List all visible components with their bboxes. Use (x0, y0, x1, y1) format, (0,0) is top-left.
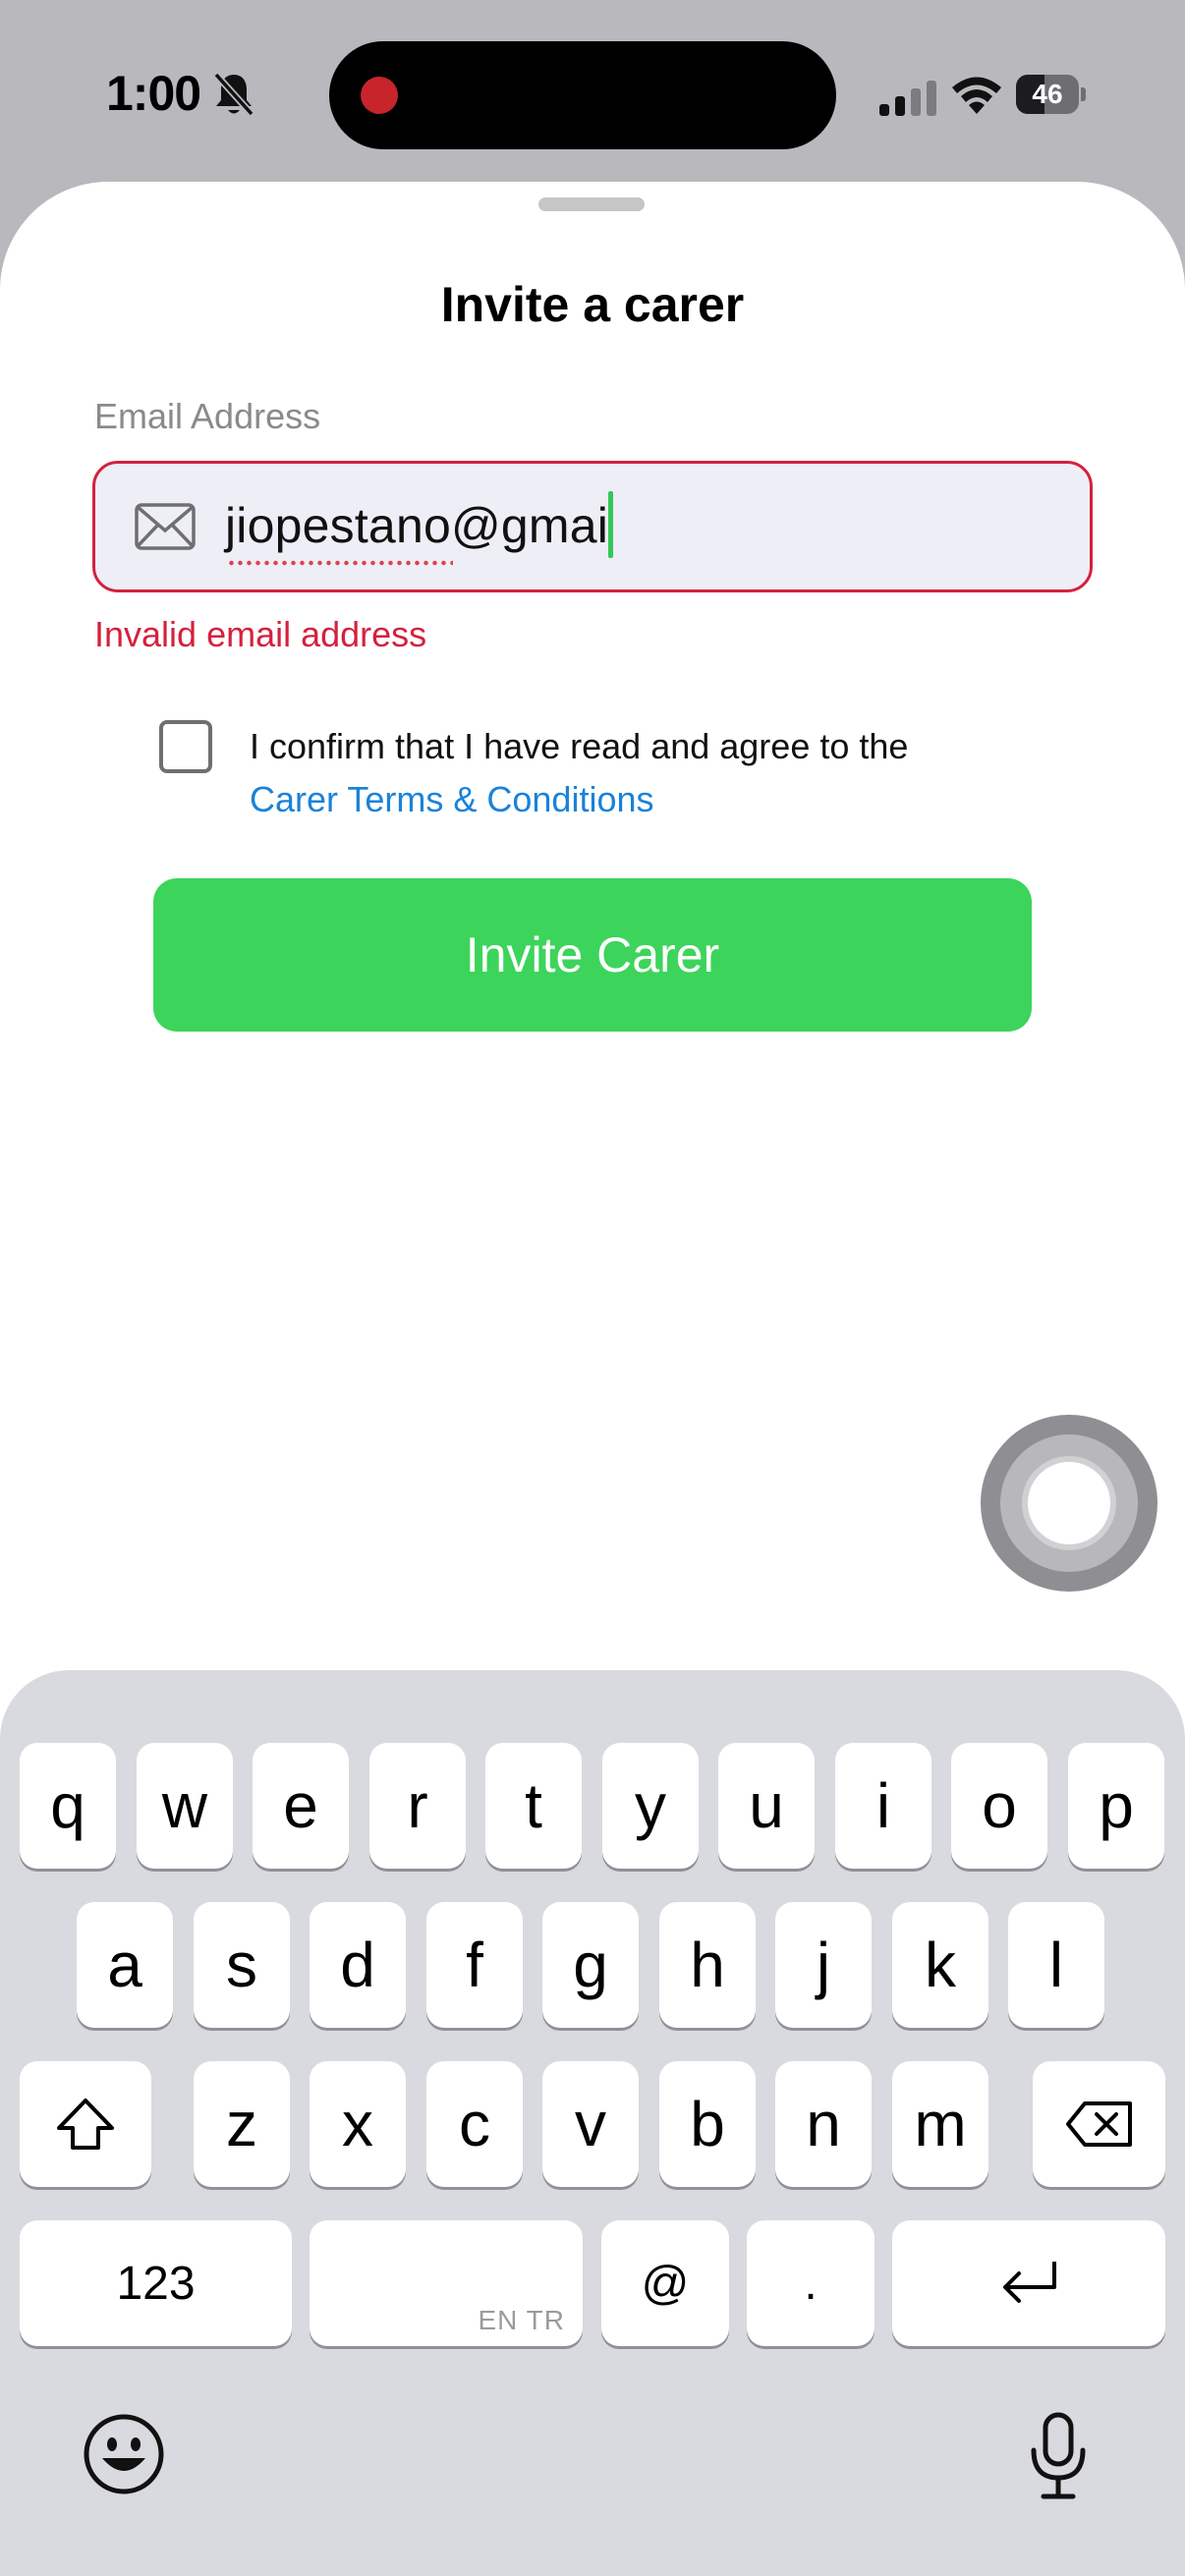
bell-slash-icon (213, 72, 254, 117)
status-bar: 1:00 46 (0, 0, 1185, 177)
key-u[interactable]: u (718, 1743, 815, 1869)
wifi-icon (952, 77, 1001, 114)
shift-icon (57, 2099, 114, 2150)
key-x[interactable]: x (310, 2061, 406, 2187)
battery-level: 46 (1032, 79, 1063, 109)
invite-carer-button[interactable]: Invite Carer (153, 878, 1032, 1032)
return-key[interactable] (892, 2220, 1165, 2346)
recording-dot-icon (361, 77, 398, 114)
shift-key[interactable] (20, 2061, 151, 2187)
key-w[interactable]: w (137, 1743, 233, 1869)
key-q[interactable]: q (20, 1743, 116, 1869)
key-s[interactable]: s (194, 1902, 290, 2028)
key-l[interactable]: l (1008, 1902, 1104, 2028)
text-cursor (608, 491, 613, 558)
cellular-signal-icon (879, 81, 936, 116)
key-m[interactable]: m (892, 2061, 988, 2187)
envelope-icon (135, 503, 196, 550)
key-f[interactable]: f (426, 1902, 523, 2028)
space-language-hint: EN TR (478, 2305, 565, 2335)
email-field[interactable]: jiopestano@gmai (92, 461, 1093, 592)
key-n[interactable]: n (775, 2061, 872, 2187)
dot-key[interactable]: . (747, 2220, 875, 2346)
delete-key[interactable] (1033, 2061, 1165, 2187)
email-field-label: Email Address (94, 396, 321, 436)
key-c[interactable]: c (426, 2061, 523, 2187)
email-input-value[interactable]: jiopestano@gmai (225, 497, 608, 554)
status-time: 1:00 (106, 66, 201, 121)
consent-text: I confirm that I have read and agree to … (250, 726, 909, 766)
microphone-icon[interactable] (1026, 2411, 1091, 2501)
key-o[interactable]: o (951, 1743, 1047, 1869)
key-z[interactable]: z (194, 2061, 290, 2187)
on-screen-keyboard: q w e r t y u i o p a s d f g h j k l z … (0, 1670, 1185, 2576)
assistive-touch-button[interactable] (981, 1415, 1157, 1592)
key-v[interactable]: v (542, 2061, 639, 2187)
key-k[interactable]: k (892, 1902, 988, 2028)
spellcheck-underline (227, 560, 453, 566)
key-h[interactable]: h (659, 1902, 756, 2028)
sheet-grabber[interactable] (538, 197, 645, 211)
email-error-message: Invalid email address (94, 614, 427, 654)
key-d[interactable]: d (310, 1902, 406, 2028)
at-key[interactable]: @ (601, 2220, 729, 2346)
key-r[interactable]: r (369, 1743, 466, 1869)
return-icon (1003, 2262, 1056, 2303)
key-y[interactable]: y (602, 1743, 699, 1869)
key-t[interactable]: t (485, 1743, 582, 1869)
carer-terms-link[interactable]: Carer Terms & Conditions (250, 773, 654, 826)
battery-indicator: 46 (1016, 75, 1086, 114)
key-a[interactable]: a (77, 1902, 173, 2028)
key-g[interactable]: g (542, 1902, 639, 2028)
key-j[interactable]: j (775, 1902, 872, 2028)
space-key[interactable]: EN TR (310, 2220, 583, 2346)
delete-icon (1065, 2101, 1132, 2147)
key-i[interactable]: i (835, 1743, 931, 1869)
numbers-key[interactable]: 123 (20, 2220, 292, 2346)
sheet-title: Invite a carer (440, 277, 745, 332)
key-b[interactable]: b (659, 2061, 756, 2187)
dynamic-island (329, 41, 836, 149)
emoji-icon[interactable] (83, 2413, 165, 2495)
terms-checkbox[interactable] (159, 720, 212, 773)
key-p[interactable]: p (1068, 1743, 1164, 1869)
key-e[interactable]: e (253, 1743, 349, 1869)
